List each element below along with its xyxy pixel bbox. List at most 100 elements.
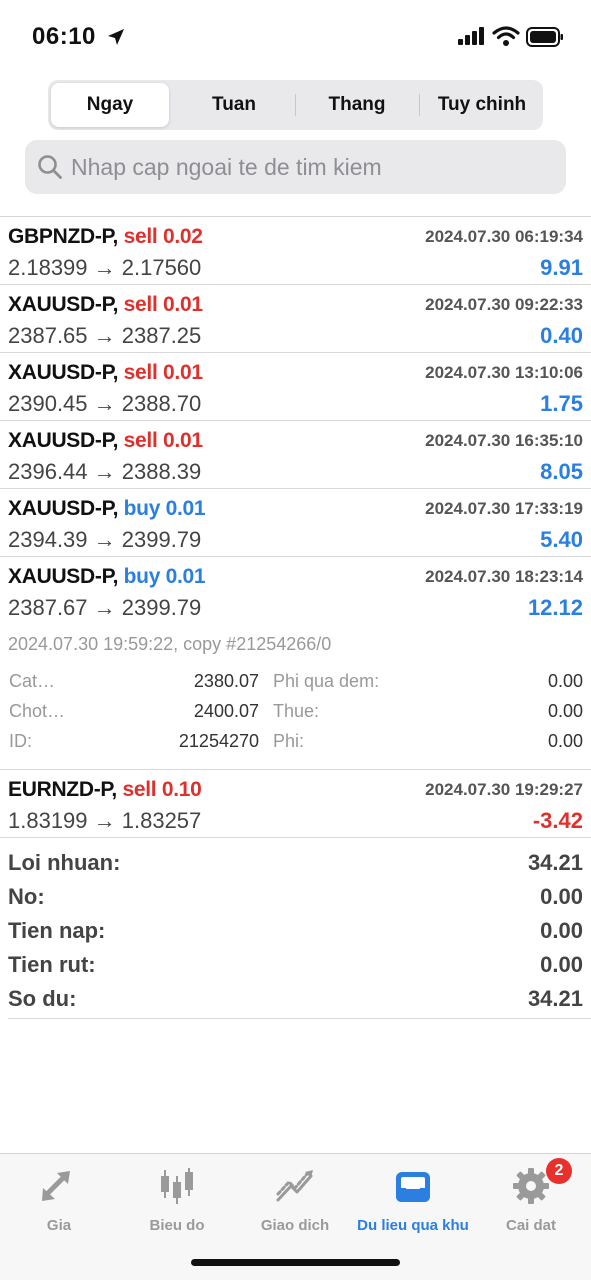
side-text: sell bbox=[123, 225, 158, 248]
trade-profit: -3.42 bbox=[532, 808, 583, 833]
trade-symbol: XAUUSD-P, sell 0.01 bbox=[8, 361, 203, 385]
status-time: 06:10 bbox=[32, 23, 96, 50]
segment-month[interactable]: Thang bbox=[298, 83, 416, 127]
trade-side: sell 0.01 bbox=[124, 293, 203, 316]
tab-label: Cai dat bbox=[505, 1217, 556, 1234]
location-arrow-icon bbox=[108, 29, 124, 45]
summary-withdrawal: Tien rut: 0.00 bbox=[8, 946, 583, 980]
trade-prices: 2394.39 → 2399.79 bbox=[8, 527, 202, 552]
summary-credit: No: 0.00 bbox=[8, 878, 583, 912]
trade-time: 2024.07.30 17:33:19 bbox=[425, 499, 583, 518]
arrows-icon bbox=[42, 1171, 73, 1201]
side-text: buy bbox=[123, 565, 161, 588]
stop-loss-label: Cat… bbox=[9, 671, 56, 691]
summary-value: 0.00 bbox=[540, 918, 583, 943]
trade-prices: 2.18399 → 2.17560 bbox=[8, 255, 202, 280]
gear-icon bbox=[513, 1168, 549, 1204]
trade-side: sell 0.02 bbox=[124, 225, 203, 248]
tab-label: Du lieu qua khu bbox=[357, 1217, 469, 1234]
swap-label: Phi qua dem: bbox=[273, 671, 380, 691]
trade-time: 2024.07.30 09:22:33 bbox=[425, 295, 583, 314]
summary-balance: So du: 34.21 bbox=[8, 980, 583, 1014]
trade-time: 2024.07.30 18:23:14 bbox=[425, 567, 583, 586]
volume-text: 0.01 bbox=[163, 293, 203, 316]
detail-copy-line: 2024.07.30 19:59:22, copy #21254266/0 bbox=[8, 634, 332, 654]
period-segmented-control: Ngay Tuan Thang Tuy chinh bbox=[48, 80, 543, 130]
tax-value: 0.00 bbox=[547, 701, 583, 721]
take-profit-label: Chot… bbox=[9, 701, 66, 721]
trade-symbol: XAUUSD-P, sell 0.01 bbox=[8, 429, 203, 453]
trade-side: buy 0.01 bbox=[124, 565, 206, 588]
summary-label: So du: bbox=[8, 986, 77, 1011]
trade-row-expanded[interactable]: XAUUSD-P, buy 0.01 2024.07.30 18:23:14 2… bbox=[0, 557, 591, 625]
search-bar bbox=[25, 140, 566, 194]
tab-charts[interactable]: Bieu do bbox=[118, 1162, 236, 1234]
summary-value: 0.00 bbox=[540, 952, 583, 977]
volume-text: 0.01 bbox=[165, 497, 206, 520]
summary-value: 0.00 bbox=[540, 884, 583, 909]
trade-profit: 12.12 bbox=[527, 595, 583, 620]
trade-profit: 1.75 bbox=[540, 391, 583, 416]
tab-quotes[interactable]: Gia bbox=[0, 1162, 118, 1234]
trade-row[interactable]: GBPNZD-P, sell 0.02 2024.07.30 06:19:34 … bbox=[0, 217, 591, 285]
trade-profit: 9.91 bbox=[540, 255, 583, 280]
swap-value: 0.00 bbox=[547, 671, 583, 691]
segment-week[interactable]: Tuan bbox=[175, 83, 293, 127]
trade-prices: 2387.67 → 2399.79 bbox=[8, 595, 202, 620]
symbol-text: XAUUSD-P, bbox=[8, 293, 119, 316]
trade-row[interactable]: XAUUSD-P, sell 0.01 2024.07.30 16:35:10 … bbox=[0, 421, 591, 489]
tab-settings[interactable]: 2 Cai dat bbox=[472, 1158, 590, 1234]
trend-icon bbox=[276, 1170, 313, 1202]
volume-text: 0.01 bbox=[163, 429, 203, 452]
symbol-text: XAUUSD-P, bbox=[8, 497, 119, 520]
tab-label: Bieu do bbox=[149, 1217, 205, 1234]
summary-label: Tien nap: bbox=[8, 918, 106, 943]
trade-symbol: XAUUSD-P, buy 0.01 bbox=[8, 497, 206, 521]
segment-custom[interactable]: Tuy chinh bbox=[421, 83, 543, 127]
summary-profit: Loi nhuan: 34.21 bbox=[8, 844, 583, 878]
summary-deposit: Tien nap: 0.00 bbox=[8, 912, 583, 946]
trade-prices: 2387.65 → 2387.25 bbox=[8, 323, 202, 348]
volume-text: 0.10 bbox=[161, 778, 202, 801]
trade-row[interactable]: XAUUSD-P, sell 0.01 2024.07.30 09:22:33 … bbox=[0, 285, 591, 353]
side-text: sell bbox=[123, 293, 158, 316]
trade-detail-panel: 2024.07.30 19:59:22, copy #21254266/0 Ca… bbox=[0, 626, 591, 770]
inbox-icon bbox=[396, 1172, 430, 1202]
symbol-text: XAUUSD-P, bbox=[8, 361, 119, 384]
tax-label: Thue: bbox=[273, 701, 320, 721]
segment-day[interactable]: Ngay bbox=[51, 83, 169, 127]
tab-label: Giao dich bbox=[260, 1217, 330, 1234]
trade-row[interactable]: EURNZD-P, sell 0.10 2024.07.30 19:29:27 … bbox=[0, 770, 591, 838]
candlestick-icon bbox=[161, 1168, 193, 1204]
trade-prices: 2396.44 → 2388.39 bbox=[8, 459, 202, 484]
side-text: buy bbox=[123, 497, 161, 520]
symbol-text: EURNZD-P, bbox=[8, 778, 117, 801]
trade-profit: 0.40 bbox=[540, 323, 583, 348]
wifi-icon bbox=[492, 26, 520, 46]
side-text: sell bbox=[123, 361, 158, 384]
summary-value: 34.21 bbox=[527, 850, 583, 875]
tab-history[interactable]: Du lieu qua khu bbox=[354, 1162, 472, 1234]
trade-side: sell 0.01 bbox=[124, 361, 203, 384]
tab-trade[interactable]: Giao dich bbox=[236, 1162, 354, 1234]
trade-row[interactable]: XAUUSD-P, buy 0.01 2024.07.30 17:33:19 2… bbox=[0, 489, 591, 557]
side-text: sell bbox=[123, 429, 158, 452]
fee-label: Phi: bbox=[273, 731, 305, 751]
trade-side: buy 0.01 bbox=[124, 497, 206, 520]
segment-divider bbox=[295, 94, 296, 116]
symbol-text: XAUUSD-P, bbox=[8, 565, 119, 588]
trade-row[interactable]: XAUUSD-P, sell 0.01 2024.07.30 13:10:06 … bbox=[0, 353, 591, 421]
trade-symbol: XAUUSD-P, sell 0.01 bbox=[8, 293, 203, 317]
fee-value: 0.00 bbox=[547, 731, 583, 751]
order-id-value: 21254270 bbox=[178, 731, 259, 751]
home-indicator[interactable] bbox=[191, 1259, 400, 1266]
order-id-label: ID: bbox=[9, 731, 33, 751]
tab-label: Gia bbox=[46, 1217, 72, 1234]
search-input[interactable] bbox=[71, 140, 551, 194]
trade-time: 2024.07.30 06:19:34 bbox=[425, 227, 583, 246]
side-text: sell bbox=[122, 778, 157, 801]
symbol-text: GBPNZD-P, bbox=[8, 225, 119, 248]
trade-symbol: XAUUSD-P, buy 0.01 bbox=[8, 565, 206, 589]
summary-label: Tien rut: bbox=[8, 952, 96, 977]
trade-time: 2024.07.30 13:10:06 bbox=[425, 363, 583, 382]
